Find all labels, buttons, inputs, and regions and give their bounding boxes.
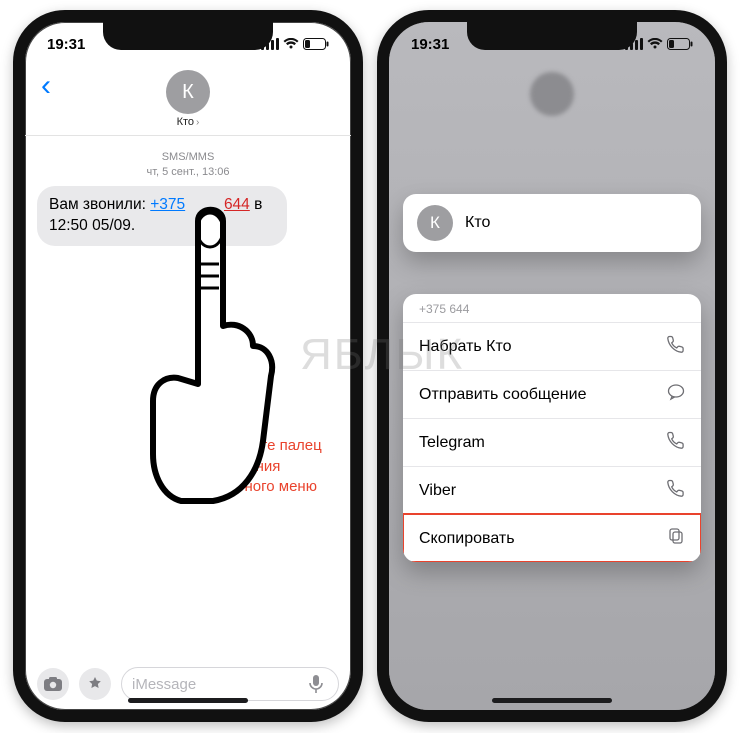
appstore-button[interactable] — [79, 668, 111, 700]
message-icon — [667, 383, 685, 406]
phone-right: 19:31 К Кто +375 644 Набрать Кто Отправит… — [377, 10, 727, 722]
phone-left: 19:31 ‹ К Кто › — [13, 10, 363, 722]
phone-icon — [667, 479, 685, 502]
contact-card[interactable]: К Кто — [403, 194, 701, 252]
home-indicator[interactable] — [128, 698, 248, 703]
finger-illustration — [143, 196, 283, 516]
copy-icon — [667, 527, 685, 550]
message-meta: SMS/MMS чт, 5 сент., 13:06 — [37, 150, 339, 180]
menu-item-viber[interactable]: Viber — [403, 466, 701, 514]
home-indicator[interactable] — [492, 698, 612, 703]
phone-icon — [667, 431, 685, 454]
menu-item-отправить-сообщение[interactable]: Отправить сообщение — [403, 370, 701, 418]
context-menu: +375 644 Набрать Кто Отправить сообщение T… — [403, 294, 701, 562]
menu-item-label: Telegram — [419, 434, 485, 452]
menu-item-label: Набрать Кто — [419, 338, 512, 356]
conversation-header: ‹ К Кто › — [25, 66, 351, 136]
mic-icon — [309, 675, 323, 693]
battery-icon — [303, 38, 329, 50]
contact-avatar[interactable]: К — [166, 70, 210, 114]
menu-item-label: Отправить сообщение — [419, 386, 586, 404]
battery-icon — [667, 38, 693, 50]
bubble-prefix: Вам звонили: — [49, 196, 150, 213]
menu-item-telegram[interactable]: Telegram — [403, 418, 701, 466]
camera-icon — [44, 677, 62, 691]
notch — [103, 22, 273, 50]
chevron-right-icon: › — [196, 117, 199, 128]
menu-header-number: +375 644 — [403, 294, 701, 322]
appstore-icon — [87, 676, 103, 692]
contact-avatar: К — [417, 205, 453, 241]
mic-button[interactable] — [304, 672, 328, 696]
input-placeholder: iMessage — [132, 676, 196, 693]
camera-button[interactable] — [37, 668, 69, 700]
wifi-icon — [647, 38, 663, 50]
contact-name: Кто — [465, 214, 490, 232]
message-input[interactable]: iMessage — [121, 667, 339, 701]
wifi-icon — [283, 38, 299, 50]
menu-item-скопировать[interactable]: Скопировать — [403, 514, 701, 562]
menu-item-label: Скопировать — [419, 530, 515, 548]
messages-area: SMS/MMS чт, 5 сент., 13:06 Вам звонили: … — [25, 136, 351, 662]
menu-item-label: Viber — [419, 482, 456, 500]
blurred-avatar — [530, 72, 574, 116]
contact-name-row[interactable]: Кто › — [177, 116, 200, 128]
status-time: 19:31 — [411, 36, 449, 53]
back-button[interactable]: ‹ — [35, 70, 57, 102]
contact-name: Кто — [177, 116, 194, 128]
menu-item-набрать-кто[interactable]: Набрать Кто — [403, 322, 701, 370]
notch — [467, 22, 637, 50]
status-time: 19:31 — [47, 36, 85, 53]
phone-icon — [667, 335, 685, 358]
